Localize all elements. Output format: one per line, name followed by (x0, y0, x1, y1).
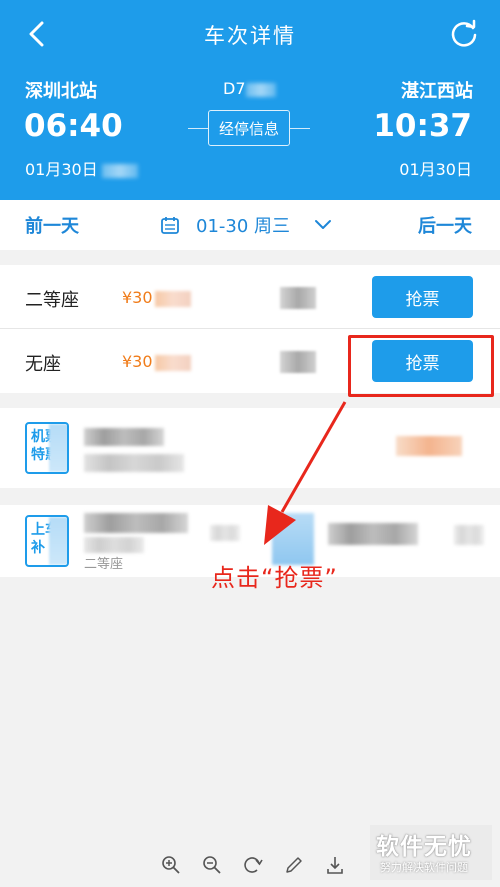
calendar-icon (161, 217, 179, 234)
seat-price-text: ¥30 (122, 352, 153, 371)
date-selector[interactable]: 01-30 周三 (160, 210, 332, 240)
refresh-button[interactable] (446, 14, 482, 54)
departure-date: 01月30日 (25, 156, 138, 180)
blurred-text (84, 428, 164, 446)
train-number-blur (245, 82, 276, 97)
seat-price-text: ¥30 (122, 288, 153, 307)
seat-class-text: 二等座 (84, 557, 124, 572)
train-number-text: D7 (223, 79, 246, 98)
seat-row: 二等座 ¥30 抢票 (0, 265, 500, 329)
stops-info-button[interactable]: 经停信息 (208, 110, 290, 146)
seat-name: 二等座 (25, 290, 79, 311)
seat-price: ¥30 (122, 288, 191, 307)
rotate-icon[interactable] (240, 852, 266, 878)
refresh-icon (451, 19, 477, 47)
divider-line-left (188, 128, 208, 129)
flight-deal-badge: 机票特惠 (25, 422, 69, 474)
next-day-button[interactable]: 后一天 (418, 212, 472, 238)
blurred-text (210, 525, 240, 541)
seat-price: ¥30 (122, 352, 191, 371)
upgrade-badge: 上车补 (25, 515, 69, 567)
divider-line-right (290, 128, 310, 129)
header: 车次详情 深圳北站 湛江西站 D7 06:40 10:37 经停信息 01月30… (0, 0, 500, 200)
date-bar: 前一天 01-30 周三 后一天 (0, 200, 500, 250)
current-date: 01-30 周三 (196, 216, 291, 237)
highlight-box (348, 335, 494, 397)
zoom-out-icon[interactable] (199, 852, 225, 878)
blurred-text (84, 454, 184, 472)
blurred-price (396, 436, 462, 456)
prev-day-button[interactable]: 前一天 (25, 212, 79, 238)
train-number: D7 (223, 79, 276, 98)
chevron-down-icon (315, 220, 332, 229)
departure-time: 06:40 (24, 108, 123, 144)
promo-card-flight[interactable]: 机票特惠 (0, 408, 500, 488)
seat-count-blur (280, 287, 316, 309)
arrival-time: 10:37 (373, 108, 472, 144)
seat-name: 无座 (25, 354, 61, 375)
arrival-date: 01月30日 (399, 156, 472, 180)
blurred-text (328, 523, 418, 545)
blurred-text (84, 537, 144, 553)
watermark-logo: 软件无忧 努力解决软件问题 (370, 825, 492, 880)
departure-station: 深圳北站 (25, 81, 97, 102)
departure-date-text: 01月30日 (25, 160, 98, 179)
pen-icon[interactable] (281, 852, 307, 878)
arrival-date-text: 01月30日 (399, 160, 472, 179)
blurred-text (84, 513, 188, 533)
arrival-station: 湛江西站 (401, 81, 473, 102)
departure-date-blur (101, 163, 138, 178)
blurred-text (454, 525, 484, 545)
page-title: 车次详情 (204, 24, 296, 48)
watermark-subtitle: 努力解决软件问题 (380, 861, 468, 874)
watermark-title: 软件无忧 (376, 834, 472, 860)
annotation-text: 点击“抢票” (211, 564, 338, 592)
price-blur (154, 290, 191, 307)
seat-count-blur (280, 351, 316, 373)
price-blur (154, 354, 191, 371)
download-icon[interactable] (322, 852, 348, 878)
grab-ticket-button[interactable]: 抢票 (372, 276, 473, 318)
viewer-toolbar (158, 850, 348, 880)
zoom-in-icon[interactable] (158, 852, 184, 878)
